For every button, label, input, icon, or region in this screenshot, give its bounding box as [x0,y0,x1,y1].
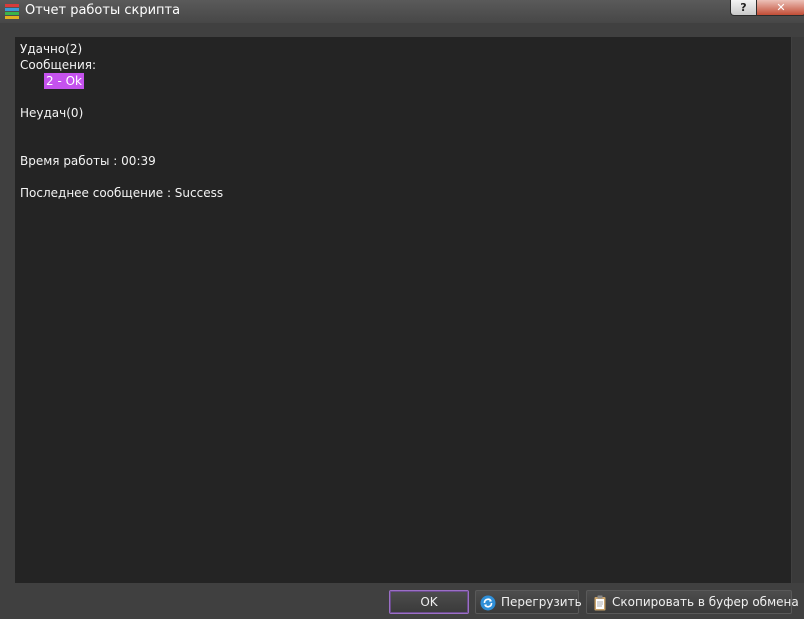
reload-button[interactable]: Перегрузить [475,590,582,614]
messages-label: Сообщения: [20,58,97,72]
close-icon: ✕ [776,1,786,14]
report-text-area[interactable]: Удачно(2) Сообщения: 2 - Ok Неудач(0) Вр… [15,37,791,583]
stacked-books-icon [5,4,19,19]
fail-heading: Неудач(0) [20,106,84,120]
copy-to-clipboard-button[interactable]: Скопировать в буфер обмена [586,590,799,614]
refresh-icon [480,595,496,611]
report-window: Отчет работы скрипта ? ✕ Удачно(2) Сообщ… [0,0,804,619]
close-button[interactable]: ✕ [756,0,804,16]
copy-label: Скопировать в буфер обмена [612,595,799,609]
last-message: Последнее сообщение : Success [20,186,224,200]
message-item: 2 - Ok [44,73,84,89]
scroll-area-edge [792,37,804,583]
run-time: Время работы : 00:39 [20,154,156,168]
success-heading: Удачно(2) [20,42,83,56]
clipboard-icon [594,595,606,611]
title-bar[interactable]: Отчет работы скрипта ? ✕ [0,0,804,23]
reload-label: Перегрузить [501,595,582,609]
ok-button[interactable]: OK [389,590,469,614]
window-title: Отчет работы скрипта [25,3,181,18]
help-button[interactable]: ? [730,0,757,16]
